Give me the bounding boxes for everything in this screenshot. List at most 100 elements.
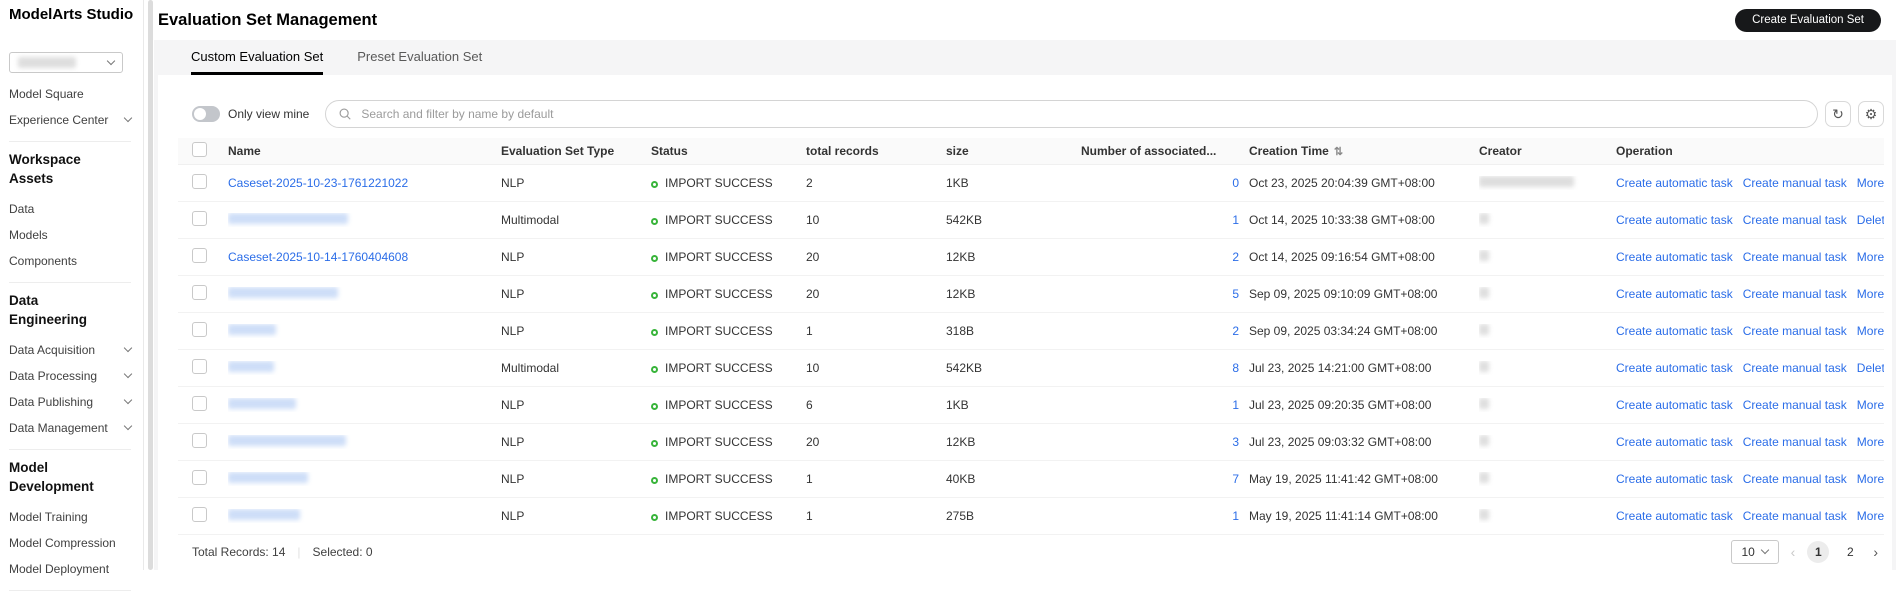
workspace-dropdown[interactable] <box>9 52 123 73</box>
create-automatic-task-link[interactable]: Create automatic task <box>1616 250 1733 264</box>
create-automatic-task-link[interactable]: Create automatic task <box>1616 398 1733 412</box>
create-automatic-task-link[interactable]: Create automatic task <box>1616 287 1733 301</box>
associated-count-link[interactable]: 2 <box>1232 324 1239 338</box>
row-more-link[interactable]: More <box>1857 509 1884 523</box>
create-automatic-task-link[interactable]: Create automatic task <box>1616 361 1733 375</box>
row-checkbox[interactable] <box>192 285 207 300</box>
sidebar-item-model-compression[interactable]: Model Compression <box>9 530 131 556</box>
create-manual-task-link[interactable]: Create manual task <box>1743 435 1847 449</box>
settings-button[interactable]: ⚙ <box>1858 101 1884 127</box>
refresh-button[interactable]: ↻ <box>1825 101 1851 127</box>
select-all-checkbox[interactable] <box>192 142 207 157</box>
page-body: Custom Evaluation Set Preset Evaluation … <box>154 40 1896 570</box>
page-2-button[interactable]: 2 <box>1839 541 1861 563</box>
sort-icon[interactable]: ⇅ <box>1334 145 1343 158</box>
sidebar-scrollbar[interactable] <box>148 0 153 570</box>
row-checkbox-cell <box>192 470 228 488</box>
row-checkbox[interactable] <box>192 211 207 226</box>
create-manual-task-link[interactable]: Create manual task <box>1743 324 1847 338</box>
row-checkbox[interactable] <box>192 174 207 189</box>
creator-blurred <box>1479 287 1489 298</box>
row-checkbox-cell <box>192 507 228 525</box>
evaluation-set-name-link[interactable]: Caseset-2025-10-14-1760404608 <box>228 250 408 264</box>
creator-blurred <box>1479 324 1489 335</box>
create-manual-task-link[interactable]: Create manual task <box>1743 287 1847 301</box>
associated-count-link[interactable]: 1 <box>1232 398 1239 412</box>
creator-cell <box>1479 287 1616 301</box>
row-more-link[interactable]: More <box>1857 324 1884 338</box>
row-checkbox[interactable] <box>192 359 207 374</box>
create-automatic-task-link[interactable]: Create automatic task <box>1616 324 1733 338</box>
associated-count-link[interactable]: 8 <box>1232 361 1239 375</box>
filter-row: Only view mine ↻ ⚙ <box>178 100 1884 128</box>
row-checkbox[interactable] <box>192 507 207 522</box>
row-checkbox[interactable] <box>192 396 207 411</box>
sidebar-item-data[interactable]: Data <box>9 196 131 222</box>
sidebar-item-data-processing[interactable]: Data Processing <box>9 363 133 389</box>
sidebar-item-data-management[interactable]: Data Management <box>9 415 133 441</box>
create-automatic-task-link[interactable]: Create automatic task <box>1616 213 1733 227</box>
search-input[interactable] <box>359 106 1805 122</box>
create-manual-task-link[interactable]: Create manual task <box>1743 472 1847 486</box>
create-automatic-task-link[interactable]: Create automatic task <box>1616 176 1733 190</box>
sidebar-item-components[interactable]: Components <box>9 248 131 274</box>
size-cell: 12KB <box>946 435 976 449</box>
create-manual-task-link[interactable]: Create manual task <box>1743 361 1847 375</box>
tab-custom-evaluation-set[interactable]: Custom Evaluation Set <box>191 40 324 75</box>
create-manual-task-link[interactable]: Create manual task <box>1743 213 1847 227</box>
row-more-link[interactable]: More <box>1857 435 1884 449</box>
row-checkbox[interactable] <box>192 433 207 448</box>
associated-count-link[interactable]: 7 <box>1232 472 1239 486</box>
status-label: IMPORT SUCCESS <box>665 213 773 227</box>
row-delete-link[interactable]: Delete <box>1857 361 1884 375</box>
column-header-label: Creator <box>1479 144 1522 158</box>
associated-count-link[interactable]: 0 <box>1232 176 1239 190</box>
size-cell: 542KB <box>946 213 983 227</box>
row-more-link[interactable]: More <box>1857 287 1884 301</box>
row-more-link[interactable]: More <box>1857 250 1884 264</box>
column-header-label: total records <box>806 144 879 158</box>
row-checkbox[interactable] <box>192 322 207 337</box>
row-checkbox-cell <box>192 322 228 340</box>
associated-count-link[interactable]: 3 <box>1232 435 1239 449</box>
associated-count-link[interactable]: 2 <box>1232 250 1239 264</box>
column-header-status: Status <box>651 144 806 158</box>
sidebar-item-experience-center[interactable]: Experience Center <box>9 107 133 133</box>
associated-count-link[interactable]: 1 <box>1232 509 1239 523</box>
next-page-button[interactable]: › <box>1871 544 1880 560</box>
create-automatic-task-link[interactable]: Create automatic task <box>1616 509 1733 523</box>
evaluation-set-name-link[interactable]: Caseset-2025-10-23-1761221022 <box>228 176 408 190</box>
sidebar-item-data-publishing[interactable]: Data Publishing <box>9 389 133 415</box>
sidebar-item-model-square[interactable]: Model Square <box>9 81 131 107</box>
create-automatic-task-link[interactable]: Create automatic task <box>1616 435 1733 449</box>
row-checkbox-cell <box>192 248 228 266</box>
page-1-button[interactable]: 1 <box>1807 541 1830 563</box>
tab-preset-evaluation-set[interactable]: Preset Evaluation Set <box>357 40 482 75</box>
create-automatic-task-link[interactable]: Create automatic task <box>1616 472 1733 486</box>
create-manual-task-link[interactable]: Create manual task <box>1743 250 1847 264</box>
page-size-select[interactable]: 10 <box>1730 540 1779 564</box>
row-more-link[interactable]: More <box>1857 398 1884 412</box>
create-manual-task-link[interactable]: Create manual task <box>1743 176 1847 190</box>
total-records-cell: 2 <box>806 176 813 190</box>
row-more-link[interactable]: More <box>1857 472 1884 486</box>
sidebar-item-model-training[interactable]: Model Training <box>9 504 131 530</box>
sidebar-item-label: Data Processing <box>9 369 98 383</box>
row-delete-link[interactable]: Delete <box>1857 213 1884 227</box>
create-manual-task-link[interactable]: Create manual task <box>1743 398 1847 412</box>
create-manual-task-link[interactable]: Create manual task <box>1743 509 1847 523</box>
creation-time-cell: May 19, 2025 11:41:14 GMT+08:00 <box>1249 509 1438 523</box>
row-checkbox[interactable] <box>192 470 207 485</box>
prev-page-button[interactable]: ‹ <box>1789 544 1798 560</box>
sidebar-item-models[interactable]: Models <box>9 222 131 248</box>
associated-count-link[interactable]: 1 <box>1232 213 1239 227</box>
operation-cell: Create automatic task Create manual task M… <box>1616 435 1884 449</box>
sidebar-item-model-deployment[interactable]: Model Deployment <box>9 556 131 582</box>
sidebar-item-data-acquisition[interactable]: Data Acquisition <box>9 337 133 363</box>
create-evaluation-set-button[interactable]: Create Evaluation Set <box>1735 8 1881 32</box>
associated-count-link[interactable]: 5 <box>1232 287 1239 301</box>
only-view-mine-toggle[interactable] <box>192 106 220 122</box>
creator-blurred <box>1479 435 1489 446</box>
row-more-link[interactable]: More <box>1857 176 1884 190</box>
row-checkbox[interactable] <box>192 248 207 263</box>
